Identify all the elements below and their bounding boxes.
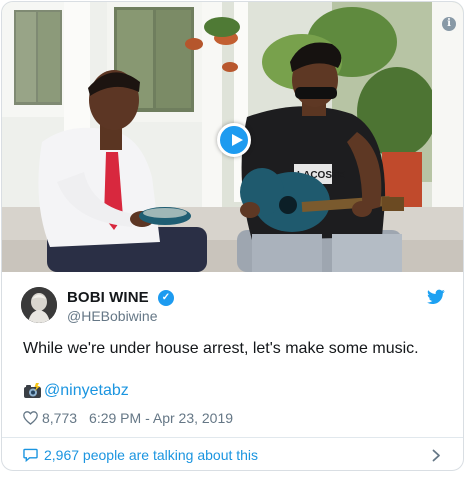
avatar-image: [21, 287, 57, 323]
author-handle[interactable]: @HEBobiwine: [67, 308, 157, 324]
heart-icon[interactable]: [23, 411, 38, 425]
author-avatar[interactable]: [21, 287, 57, 323]
conversation-count-text[interactable]: 2,967 people are talking about this: [44, 447, 258, 463]
mention-link[interactable]: @ninyetabz: [44, 382, 129, 400]
conversation-link[interactable]: 2,967 people are talking about this: [2, 438, 463, 470]
info-icon[interactable]: i: [442, 17, 456, 31]
camera-flash-icon: [24, 383, 41, 398]
like-count[interactable]: 8,773: [42, 410, 77, 426]
video-thumbnail[interactable]: LACOSTE i: [2, 2, 463, 272]
play-button[interactable]: [217, 123, 251, 157]
verified-badge-icon: ✓: [158, 290, 174, 306]
author-name[interactable]: BOBI WINE: [67, 289, 149, 306]
embedded-tweet-card: LACOSTE i BOBI WINE ✓ @HEBobiwine While …: [1, 1, 464, 471]
tweet-text: While we're under house arrest, let's ma…: [23, 340, 419, 357]
tweet-timestamp[interactable]: 6:29 PM - Apr 23, 2019: [89, 410, 233, 426]
tweet-meta: 8,773 6:29 PM - Apr 23, 2019: [23, 410, 233, 426]
twitter-bird-icon[interactable]: [427, 289, 445, 305]
speech-bubble-icon: [23, 448, 38, 462]
chevron-right-icon[interactable]: [432, 449, 441, 462]
